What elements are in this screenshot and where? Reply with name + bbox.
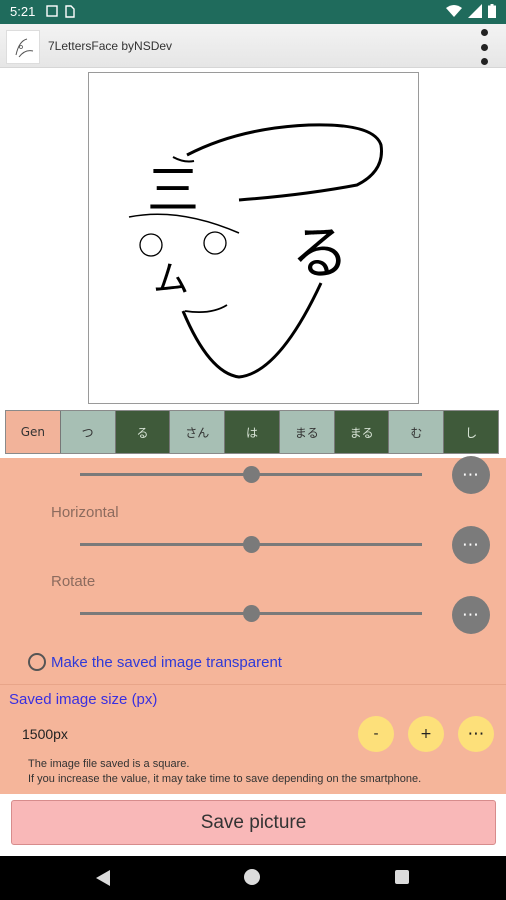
status-bar: 5:21 — [0, 0, 506, 24]
jaw-stroke — [181, 282, 323, 379]
tab-shi[interactable]: し — [444, 411, 499, 453]
horizontal-more-button[interactable]: ⋯ — [452, 526, 490, 564]
size-note-line2: If you increase the value, it may take t… — [28, 773, 422, 785]
tab-san[interactable]: さん — [170, 411, 226, 453]
horizontal-label: Horizontal — [51, 504, 119, 521]
sim-card-icon — [65, 5, 75, 18]
head-stroke — [186, 123, 383, 202]
horizontal-slider-thumb[interactable] — [243, 536, 260, 553]
settings-panel: ⋯ Horizontal ⋯ Rotate ⋯ Make the saved i… — [0, 456, 506, 794]
battery-icon — [488, 4, 496, 18]
left-eye — [139, 233, 163, 257]
tab-maru-1[interactable]: まる — [279, 411, 335, 453]
system-nav-bar — [0, 856, 506, 900]
tab-ru[interactable]: る — [115, 411, 171, 453]
image-size-title: Saved image size (px) — [9, 691, 158, 708]
app-bar: 7LettersFace byNSDev — [0, 24, 506, 68]
transparent-radio[interactable] — [28, 653, 46, 671]
recent-apps-icon[interactable] — [395, 870, 409, 884]
vertical-more-button[interactable]: ⋯ — [452, 456, 490, 494]
app-logo-icon — [6, 30, 40, 64]
tab-gen[interactable]: Gen — [6, 411, 61, 453]
rotate-label: Rotate — [51, 573, 96, 590]
tab-mu[interactable]: む — [389, 411, 445, 453]
transparent-label[interactable]: Make the saved image transparent — [51, 654, 282, 671]
vertical-slider-thumb[interactable] — [243, 466, 260, 483]
eyebrow-glyph: 三 — [147, 161, 199, 221]
nose-glyph: ム — [153, 259, 189, 300]
transparent-option[interactable]: Make the saved image transparent — [28, 653, 282, 671]
tab-maru-2[interactable]: まる — [334, 411, 390, 453]
app-title: 7LettersFace byNSDev — [48, 39, 173, 53]
image-size-value: 1500px — [22, 726, 68, 742]
size-decrease-button[interactable]: - — [358, 716, 394, 752]
home-icon[interactable] — [244, 869, 260, 885]
wifi-icon — [446, 4, 462, 17]
signal-icon — [468, 4, 482, 18]
divider — [0, 684, 506, 685]
size-note-line1: The image file saved is a square. — [28, 758, 190, 770]
save-picture-button[interactable]: Save picture — [11, 800, 496, 845]
face-drawing: 三 ム る — [128, 123, 383, 379]
rotate-more-button[interactable]: ⋯ — [452, 596, 490, 634]
notification-square-icon — [46, 5, 58, 17]
size-more-button[interactable]: ⋯ — [458, 716, 494, 752]
right-eye — [203, 231, 227, 255]
tab-ha[interactable]: は — [225, 411, 280, 453]
rotate-slider-thumb[interactable] — [243, 605, 260, 622]
tab-tsu[interactable]: つ — [60, 411, 116, 453]
part-tabs: Gen つ る さん は まる まる む し — [5, 410, 499, 454]
back-icon[interactable] — [96, 870, 110, 886]
size-increase-button[interactable]: + — [408, 716, 444, 752]
status-time: 5:21 — [10, 4, 36, 19]
face-canvas: 三 ム る — [88, 72, 419, 404]
overflow-menu-icon[interactable] — [476, 29, 492, 65]
ear-glyph: る — [291, 219, 349, 287]
